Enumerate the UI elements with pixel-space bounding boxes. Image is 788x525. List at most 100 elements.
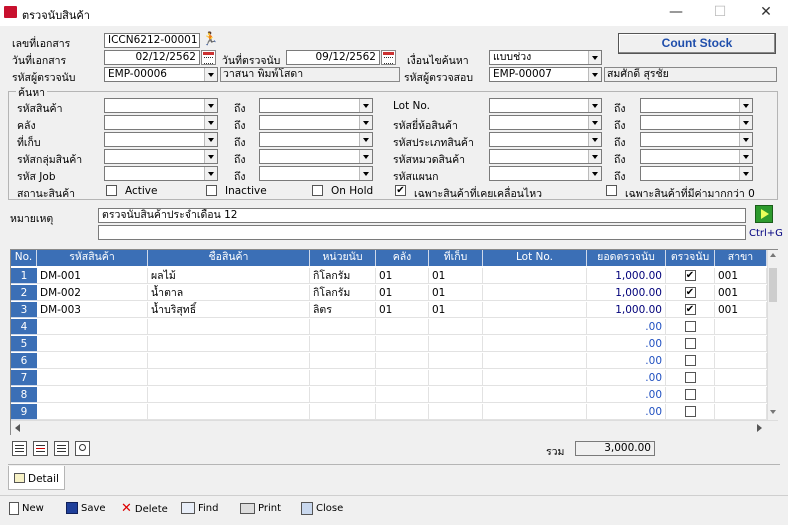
count-date-calendar-icon[interactable] — [381, 50, 396, 65]
grid-cell-loc[interactable] — [429, 353, 483, 369]
grid-cell-checked[interactable] — [666, 370, 715, 386]
status-checkbox[interactable] — [312, 185, 323, 196]
scroll-up-icon[interactable] — [770, 253, 776, 257]
grid-cell-wh[interactable] — [376, 353, 429, 369]
insert-row-icon[interactable] — [12, 441, 27, 456]
count-stock-button[interactable]: Count Stock — [618, 33, 776, 54]
save-button[interactable]: Save — [66, 500, 106, 518]
grid-cell-name[interactable] — [148, 353, 310, 369]
grid-cell-lot[interactable] — [483, 285, 587, 301]
close-button[interactable]: Close — [301, 500, 343, 518]
grid-cell-code[interactable] — [37, 319, 148, 335]
grid-cell-code[interactable]: DM-001 — [37, 268, 148, 284]
go-arrow-icon[interactable] — [755, 205, 773, 223]
grid-cell-wh[interactable]: 01 — [376, 302, 429, 318]
grid-cell-branch[interactable] — [715, 387, 767, 403]
grid-cell-code[interactable] — [37, 353, 148, 369]
grid-cell-checked[interactable] — [666, 336, 715, 352]
grid-cell-name[interactable] — [148, 404, 310, 420]
grid-column-header[interactable]: ชื่อสินค้า — [148, 250, 310, 266]
search-right-from[interactable] — [489, 115, 602, 130]
move-row-icon[interactable] — [54, 441, 69, 456]
grid-column-header[interactable]: No. — [11, 250, 37, 266]
status-checkbox[interactable] — [206, 185, 217, 196]
grid-column-header[interactable]: หน่วยนับ — [310, 250, 376, 266]
search-right-to[interactable] — [640, 149, 753, 164]
grid-cell-wh[interactable] — [376, 404, 429, 420]
print-button[interactable]: Print — [240, 500, 281, 518]
search-left-to[interactable] — [259, 149, 373, 164]
search-left-from[interactable] — [104, 115, 218, 130]
grid-cell-branch[interactable] — [715, 336, 767, 352]
grid-column-header[interactable]: Lot No. — [483, 250, 587, 266]
grid-cell-loc[interactable] — [429, 336, 483, 352]
grid-cell-qty[interactable]: 1,000.00 — [587, 285, 666, 301]
search-right-to[interactable] — [640, 98, 753, 113]
grid-cell-unit[interactable] — [310, 336, 376, 352]
search-left-to[interactable] — [259, 98, 373, 113]
grid-cell-code[interactable]: DM-003 — [37, 302, 148, 318]
grid-cell-branch[interactable] — [715, 353, 767, 369]
minimize-button[interactable]: — — [656, 0, 696, 26]
grid-cell-qty[interactable]: .00 — [587, 319, 666, 335]
tab-detail[interactable]: Detail — [8, 466, 65, 490]
delete-button[interactable]: ✕ Delete — [121, 500, 168, 518]
grid-cell-checked[interactable]: ✔ — [666, 268, 715, 284]
vertical-scrollbar[interactable] — [767, 250, 778, 420]
grid-cell-code[interactable] — [37, 370, 148, 386]
search-row-icon[interactable] — [75, 441, 90, 456]
search-left-to[interactable] — [259, 132, 373, 147]
scroll-thumb[interactable] — [769, 268, 777, 302]
status-checkbox[interactable] — [606, 185, 617, 196]
grid-cell-lot[interactable] — [483, 336, 587, 352]
grid-cell-unit[interactable] — [310, 353, 376, 369]
grid-cell-branch[interactable] — [715, 404, 767, 420]
find-button[interactable]: Find — [181, 500, 219, 518]
grid-cell-lot[interactable] — [483, 387, 587, 403]
search-right-to[interactable] — [640, 132, 753, 147]
row-number[interactable]: 5 — [11, 336, 37, 352]
grid-cell-branch[interactable]: 001 — [715, 285, 767, 301]
grid-cell-loc[interactable] — [429, 387, 483, 403]
grid-column-header[interactable]: คลัง — [376, 250, 429, 266]
grid-cell-branch[interactable] — [715, 319, 767, 335]
search-right-to[interactable] — [640, 166, 753, 181]
search-right-from[interactable] — [489, 166, 602, 181]
grid-cell-qty[interactable]: 1,000.00 — [587, 302, 666, 318]
grid-cell-loc[interactable] — [429, 370, 483, 386]
search-right-from[interactable] — [489, 132, 602, 147]
grid-column-header[interactable]: รหัสสินค้า — [37, 250, 148, 266]
search-left-from[interactable] — [104, 166, 218, 181]
grid-cell-unit[interactable] — [310, 404, 376, 420]
grid-cell-qty[interactable]: 1,000.00 — [587, 268, 666, 284]
delete-row-icon[interactable] — [33, 441, 48, 456]
grid-cell-branch[interactable] — [715, 370, 767, 386]
grid-cell-loc[interactable]: 01 — [429, 302, 483, 318]
grid-cell-wh[interactable] — [376, 370, 429, 386]
scroll-down-icon[interactable] — [770, 410, 776, 414]
scroll-left-icon[interactable] — [15, 424, 20, 432]
search-left-from[interactable] — [104, 149, 218, 164]
row-number[interactable]: 1 — [11, 268, 37, 284]
grid-cell-unit[interactable]: ลิตร — [310, 302, 376, 318]
counter-select[interactable]: EMP-00006 — [104, 67, 218, 82]
grid-cell-checked[interactable] — [666, 387, 715, 403]
grid-cell-lot[interactable] — [483, 319, 587, 335]
grid-cell-checked[interactable] — [666, 353, 715, 369]
search-left-to[interactable] — [259, 166, 373, 181]
grid-cell-branch[interactable]: 001 — [715, 268, 767, 284]
search-left-from[interactable] — [104, 132, 218, 147]
grid-cell-checked[interactable]: ✔ — [666, 302, 715, 318]
grid-cell-name[interactable] — [148, 370, 310, 386]
grid-cell-lot[interactable] — [483, 268, 587, 284]
search-left-to[interactable] — [259, 115, 373, 130]
row-number[interactable]: 9 — [11, 404, 37, 420]
grid-cell-code[interactable] — [37, 404, 148, 420]
row-number[interactable]: 7 — [11, 370, 37, 386]
grid-cell-name[interactable] — [148, 319, 310, 335]
count-date-field[interactable]: 09/12/2562 — [286, 50, 380, 65]
grid-column-header[interactable]: ที่เก็บ — [429, 250, 483, 266]
status-checkbox[interactable] — [106, 185, 117, 196]
grid-cell-lot[interactable] — [483, 302, 587, 318]
grid-cell-code[interactable] — [37, 336, 148, 352]
